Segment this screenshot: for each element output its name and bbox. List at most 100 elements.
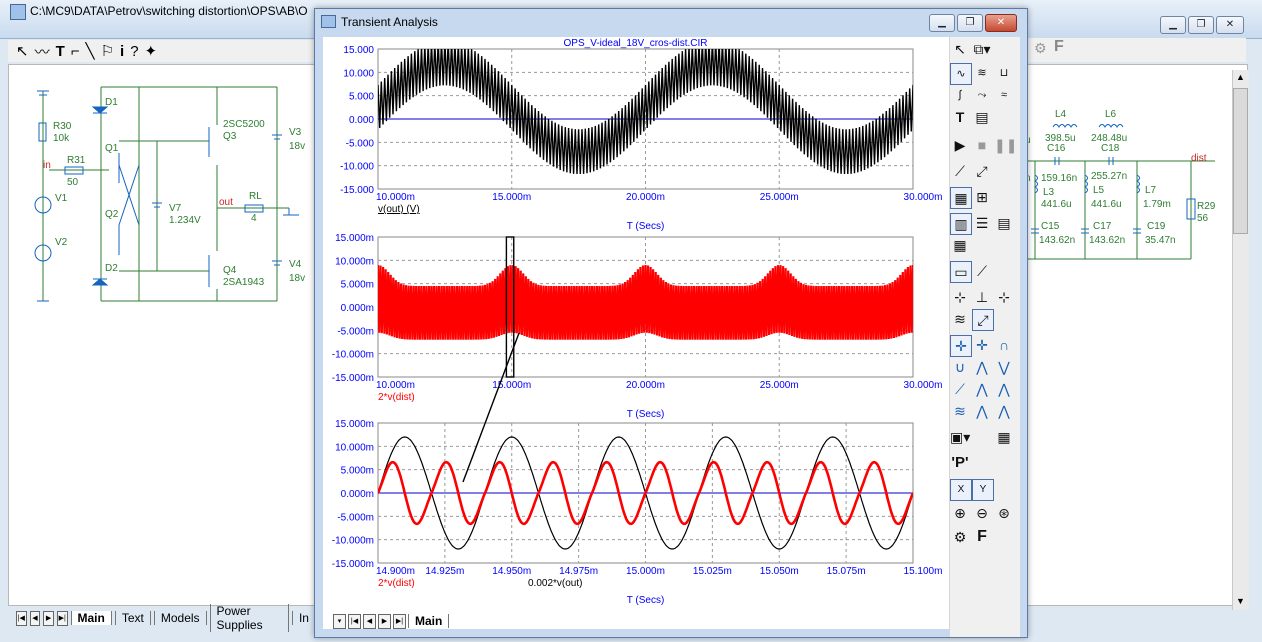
minimize-button[interactable]: ▁ bbox=[1160, 16, 1186, 34]
cursor-mode-icon[interactable]: ⊥ bbox=[972, 287, 992, 307]
first-page-icon[interactable]: |◀ bbox=[16, 610, 27, 626]
line-icon[interactable]: ⟋ bbox=[950, 161, 970, 181]
table-icon[interactable]: ▥ bbox=[950, 213, 972, 235]
next-page-icon[interactable]: ▶ bbox=[378, 613, 391, 629]
tab-models[interactable]: Models bbox=[153, 611, 207, 625]
y-tick-label: 5.000m bbox=[341, 280, 374, 291]
transient-minimize-button[interactable]: ▁ bbox=[929, 14, 955, 32]
peak-right-icon[interactable]: ✛ bbox=[972, 335, 992, 355]
diagonal-wire-icon[interactable]: ╲ bbox=[86, 42, 95, 60]
label-v4-value: 18v bbox=[289, 273, 305, 284]
schematic-canvas-right[interactable]: L4 398.5u L6 248.48u C16 C18 159.16n 255… bbox=[1024, 64, 1248, 606]
zoom-in-icon[interactable]: ⊕ bbox=[950, 503, 970, 523]
y-tick-label: 15.000m bbox=[335, 233, 374, 244]
transient-close-button[interactable]: ✕ bbox=[985, 14, 1017, 32]
p-label-icon[interactable]: 'P' bbox=[950, 453, 970, 473]
zoom-fit-icon[interactable]: ⊛ bbox=[994, 503, 1014, 523]
tab-cut[interactable]: In bbox=[291, 611, 316, 625]
close-button[interactable]: ✕ bbox=[1216, 16, 1244, 34]
properties-icon[interactable]: ▤ bbox=[972, 107, 992, 127]
numeric-table-icon[interactable]: ▦ bbox=[994, 427, 1014, 447]
y-tick-label: -5.000 bbox=[346, 138, 375, 149]
zoom-out-icon[interactable]: ⊖ bbox=[972, 503, 992, 523]
global-high-icon[interactable]: ≋ bbox=[950, 401, 970, 421]
plot-style-icon[interactable]: ≋ bbox=[972, 63, 992, 83]
tab-text[interactable]: Text bbox=[114, 611, 151, 625]
tab-power-supplies[interactable]: Power Supplies bbox=[209, 604, 289, 632]
info-icon[interactable]: i bbox=[120, 43, 124, 60]
text-icon[interactable]: T bbox=[950, 107, 970, 127]
stop-icon[interactable]: ■ bbox=[972, 135, 992, 155]
grid-icon[interactable]: ▦ bbox=[950, 187, 972, 209]
waveform-box-icon[interactable]: ⤢ bbox=[972, 309, 994, 331]
global-low-icon[interactable]: ⋀ bbox=[972, 401, 992, 421]
next-page-icon[interactable]: ▶ bbox=[43, 610, 54, 626]
prev-page-icon[interactable]: ◀ bbox=[29, 610, 41, 626]
plot-fft-icon[interactable]: ≈ bbox=[994, 85, 1014, 105]
y-tick-label: -15.000 bbox=[340, 185, 374, 196]
add-data-icon[interactable]: ▣▾ bbox=[950, 427, 970, 447]
point-icon[interactable]: ⋀ bbox=[994, 401, 1014, 421]
first-page-icon[interactable]: |◀ bbox=[348, 613, 361, 629]
wire-icon[interactable]: 〰 bbox=[35, 41, 50, 62]
scale-auto-icon[interactable]: ⟋ bbox=[972, 261, 992, 281]
scroll-down-icon[interactable]: ▼ bbox=[1236, 596, 1245, 606]
plot-modes-icon[interactable]: ∿ bbox=[950, 63, 972, 85]
valley-icon[interactable]: ∪ bbox=[950, 357, 970, 377]
plot-panel-3: 15.000m 10.000m 5.000m 0.000m -5.000m -10.000… bbox=[332, 419, 943, 606]
help-icon[interactable]: ? bbox=[130, 43, 138, 60]
legend-entry: 2*v(dist) bbox=[378, 392, 415, 403]
y-axis-tag-icon[interactable]: Y bbox=[972, 479, 994, 501]
y-tick-label: -5.000m bbox=[337, 326, 374, 337]
x-axis-label: T (Secs) bbox=[627, 221, 665, 232]
x-axis-tag-icon[interactable]: X bbox=[950, 479, 972, 501]
select-menu-icon[interactable]: ⧉▾ bbox=[972, 39, 992, 59]
text-icon[interactable]: T bbox=[56, 43, 65, 60]
y-tick-label: 5.000m bbox=[341, 466, 374, 477]
line-points-icon[interactable]: ⤢ bbox=[972, 161, 992, 181]
grid-fine-icon[interactable]: ⊞ bbox=[972, 187, 992, 207]
tab-main[interactable]: Main bbox=[70, 611, 112, 625]
pause-icon[interactable]: ❚❚ bbox=[994, 135, 1017, 155]
plot-area[interactable]: 15.000 10.000 5.000 0.000 -5.000 -10.000 -15.0… bbox=[323, 37, 949, 609]
arrow-icon[interactable]: ↖ bbox=[16, 42, 29, 60]
scroll-up-icon[interactable]: ▲ bbox=[1236, 72, 1245, 82]
tab-transient-main[interactable]: Main bbox=[408, 614, 450, 628]
cursor-icon[interactable]: ⊹ bbox=[950, 287, 970, 307]
table-rows-icon[interactable]: ☰ bbox=[972, 213, 992, 233]
y-tick-label: 0.000m bbox=[341, 303, 374, 314]
run-icon[interactable]: ▶ bbox=[950, 135, 970, 155]
high-icon[interactable]: ⟋ bbox=[950, 379, 970, 399]
peak-icon[interactable]: ✛ bbox=[950, 335, 972, 357]
scroll-down-icon[interactable]: ▾ bbox=[333, 613, 346, 629]
scrollbar-thumb[interactable] bbox=[1233, 88, 1248, 234]
schematic-canvas-left[interactable]: R30 10k in R31 50 V1 V2 D1 D2 Q1 Q2 V7 1… bbox=[8, 64, 316, 606]
gear-icon[interactable]: ⚙ bbox=[1034, 40, 1047, 57]
transient-restore-button[interactable]: ❐ bbox=[957, 14, 983, 32]
transient-tabbar: ▾ |◀ ◀ ▶ ▶| Main bbox=[323, 611, 959, 631]
arrow-icon[interactable]: ↖ bbox=[950, 39, 970, 59]
slope-down-icon[interactable]: ⋁ bbox=[994, 357, 1014, 377]
plot-xy-icon[interactable]: ⤳ bbox=[972, 85, 992, 105]
font-icon[interactable]: F bbox=[1054, 38, 1064, 56]
last-page-icon[interactable]: ▶| bbox=[393, 613, 406, 629]
step-wire-icon[interactable]: ⌐ bbox=[71, 43, 80, 60]
low-icon[interactable]: ⋀ bbox=[972, 379, 992, 399]
peak-top-icon[interactable]: ∩ bbox=[994, 335, 1014, 355]
waveform-icon[interactable]: ≋ bbox=[950, 309, 970, 329]
scale-icon[interactable]: ▭ bbox=[950, 261, 972, 283]
prev-page-icon[interactable]: ◀ bbox=[363, 613, 376, 629]
probe-icon[interactable]: ✦ bbox=[145, 42, 158, 60]
plot-bars-icon[interactable]: ⊔ bbox=[994, 63, 1014, 83]
inflection-icon[interactable]: ⋀ bbox=[994, 379, 1014, 399]
plot-points-icon[interactable]: ∫ bbox=[950, 85, 970, 105]
gear-icon[interactable]: ⚙ bbox=[950, 527, 970, 547]
restore-button[interactable]: ❐ bbox=[1188, 16, 1214, 34]
slope-icon[interactable]: ⋀ bbox=[972, 357, 992, 377]
table-split-icon[interactable]: ▦ bbox=[950, 235, 970, 255]
font-icon[interactable]: F bbox=[972, 527, 992, 547]
cursor-track-icon[interactable]: ⊹ bbox=[994, 287, 1014, 307]
flag-icon[interactable]: ⚐ bbox=[101, 42, 114, 60]
table-cols-icon[interactable]: ▤ bbox=[994, 213, 1014, 233]
last-page-icon[interactable]: ▶| bbox=[56, 610, 68, 626]
